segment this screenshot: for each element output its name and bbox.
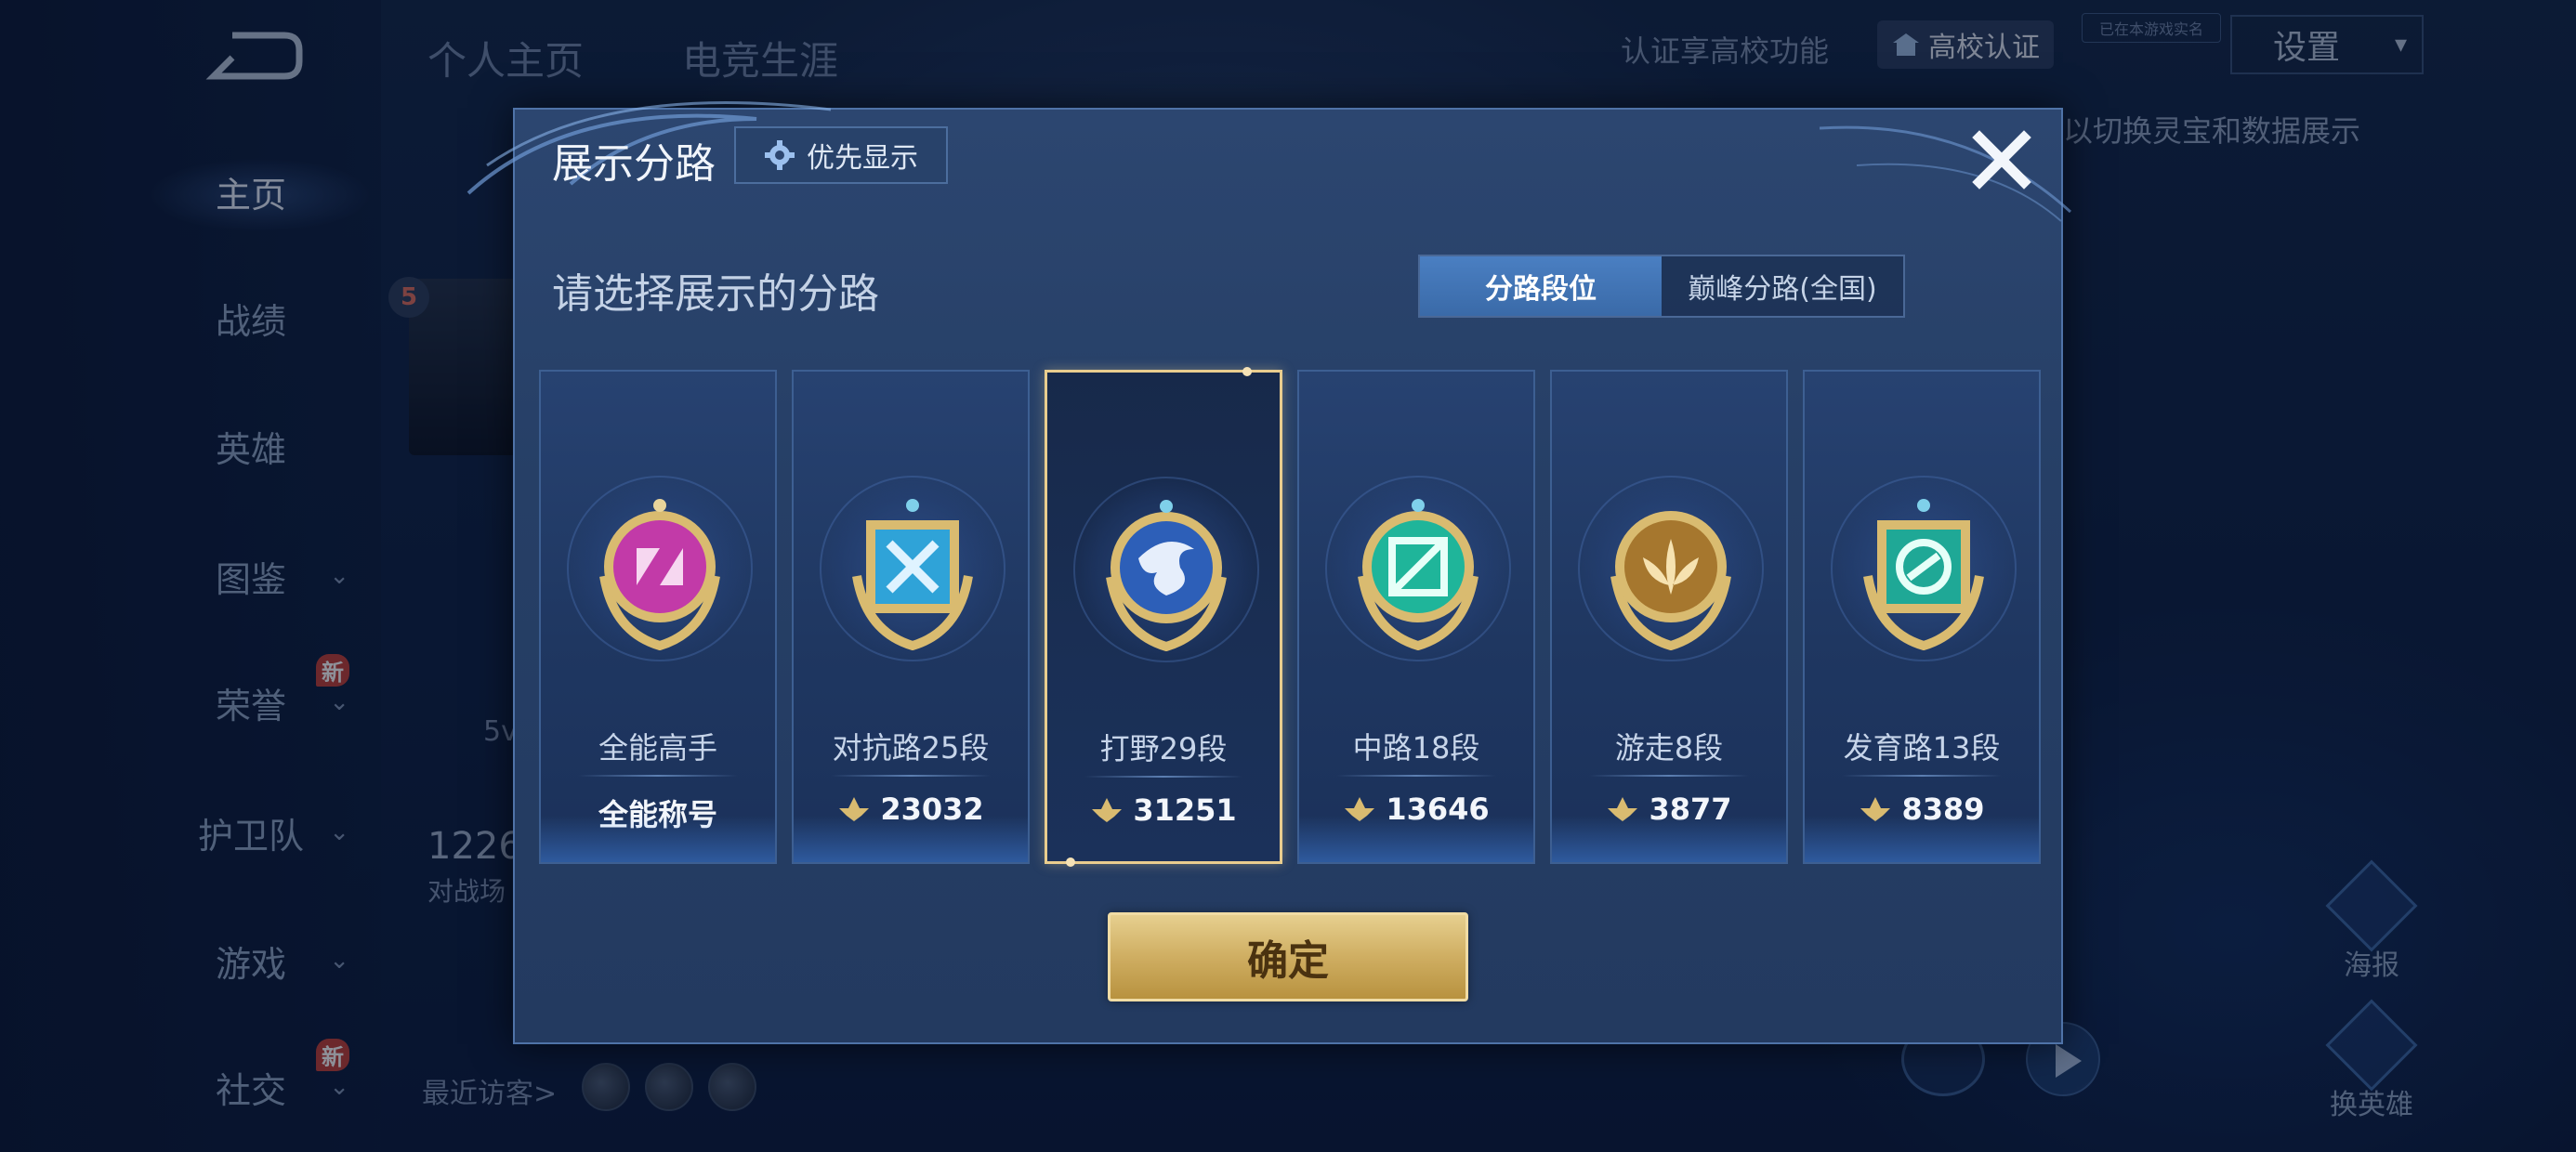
lane-card-clash[interactable]: 对抗路25段 23032: [792, 370, 1030, 864]
lane-role-label: 游走8段: [1614, 730, 1724, 766]
selection-prompt: 请选择展示的分路: [552, 270, 879, 318]
farm-lane-emblem-icon: [1863, 499, 1984, 650]
tab-lane-rank[interactable]: 分路段位: [1420, 256, 1662, 316]
roam-emblem-icon: [1610, 511, 1731, 650]
lane-score-value: 31251: [1133, 792, 1237, 828]
card-bottom-glow: [541, 816, 775, 862]
close-icon[interactable]: [1965, 123, 2039, 197]
lane-role-label: 全能高手: [598, 730, 717, 766]
clash-lane-emblem-icon: [852, 499, 973, 650]
lane-card-allround[interactable]: 全能高手 全能称号: [539, 370, 777, 864]
allround-emblem-icon: [599, 499, 720, 650]
lane-mode-switch: 分路段位 巅峰分路(全国): [1418, 255, 1905, 318]
lane-display-dialog: 展示分路 优先显示 请选择展示的分路 分路段位 巅峰分路(全国) 全能高手 全能…: [467, 101, 2072, 1044]
card-divider: [1084, 776, 1242, 778]
priority-display-label: 优先显示: [807, 142, 918, 175]
mid-lane-emblem-icon: [1358, 499, 1479, 650]
dialog-title: 展示分路: [552, 140, 716, 188]
card-bottom-glow: [1299, 816, 1533, 862]
card-divider: [578, 775, 738, 777]
card-divider: [1336, 775, 1496, 777]
rank-points-icon: [1092, 798, 1123, 822]
lane-role-label: 对抗路25段: [832, 730, 990, 766]
priority-display-button[interactable]: 优先显示: [734, 126, 948, 184]
jungle-emblem-icon: [1106, 500, 1227, 651]
lane-card-jungle[interactable]: 打野29段 31251: [1045, 367, 1282, 867]
confirm-button[interactable]: 确定: [1108, 912, 1468, 1001]
card-divider: [831, 775, 991, 777]
lane-card-mid[interactable]: 中路18段 13646: [1297, 370, 1535, 864]
lane-card-roam[interactable]: 游走8段 3877: [1550, 370, 1788, 864]
card-divider: [1589, 775, 1749, 777]
lane-role-label: 发育路13段: [1843, 730, 2001, 766]
lane-role-label: 中路18段: [1352, 730, 1480, 766]
lane-role-label: 打野29段: [1099, 731, 1228, 766]
lane-score: 31251: [1047, 792, 1280, 828]
card-bottom-glow: [1805, 816, 2039, 862]
gear-icon: [765, 140, 795, 170]
selection-corner-dot: [1242, 367, 1252, 376]
card-bottom-glow: [1552, 816, 1786, 862]
tab-peak-lane-national[interactable]: 巅峰分路(全国): [1662, 256, 1903, 316]
selection-corner-dot: [1066, 857, 1075, 867]
card-divider: [1842, 775, 2002, 777]
card-bottom-glow: [794, 816, 1028, 862]
lane-card-list: 全能高手 全能称号 对抗路25段 23032 打野29段 31251 中路18段…: [539, 367, 2041, 867]
lane-card-farm[interactable]: 发育路13段 8389: [1803, 370, 2041, 864]
